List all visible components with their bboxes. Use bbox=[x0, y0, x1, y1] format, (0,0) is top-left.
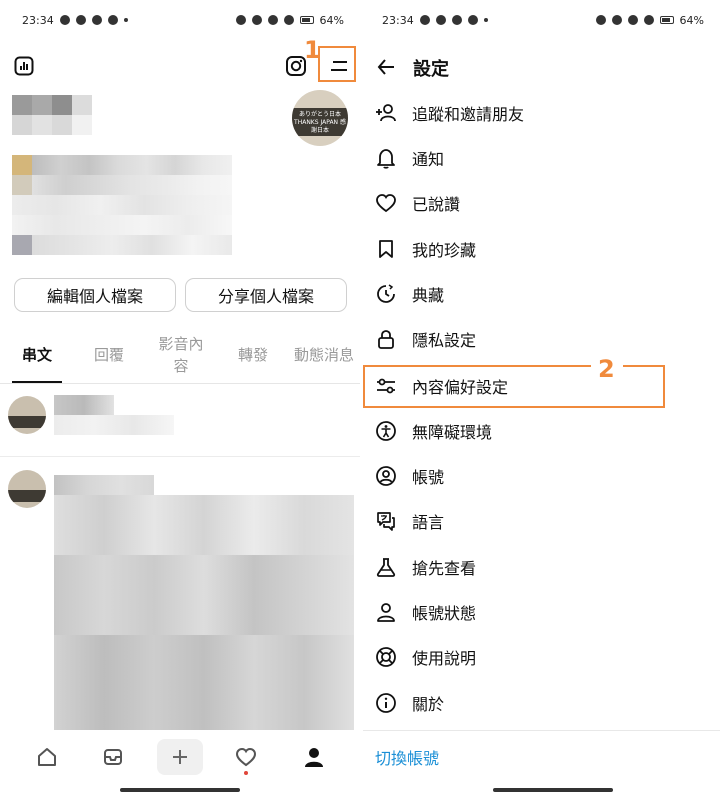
annotation-number-1: 1 bbox=[304, 36, 321, 64]
lifebuoy-icon bbox=[375, 646, 397, 668]
profile-panel: 23:34 64% 1 ありがとう日本 THANKS JAPAN 感謝日本 編輯… bbox=[0, 0, 360, 800]
menu-item-liked[interactable]: 已說讚 bbox=[363, 181, 720, 225]
activity-heart-icon[interactable] bbox=[233, 744, 259, 770]
battery-level: 64% bbox=[679, 13, 704, 27]
menu-item-archive[interactable]: 典藏 bbox=[363, 272, 720, 316]
tab-replies[interactable]: 回覆 bbox=[80, 326, 138, 384]
post-divider bbox=[0, 456, 360, 457]
menu-item-follow-invite[interactable]: 追蹤和邀請朋友 bbox=[363, 91, 720, 135]
flask-icon bbox=[375, 556, 397, 578]
inbox-icon[interactable] bbox=[100, 744, 126, 770]
settings-header: 設定 bbox=[363, 46, 720, 88]
tab-media[interactable]: 影音內容 bbox=[152, 326, 210, 384]
profile-tabs: 串文 回覆 影音內容 轉發 動態消息 bbox=[0, 326, 360, 384]
messenger-icon bbox=[435, 15, 446, 25]
switch-account-link[interactable]: 切換帳號 bbox=[375, 745, 439, 769]
menu-item-accessibility[interactable]: 無障礙環境 bbox=[363, 409, 720, 453]
annotation-number-2: 2 bbox=[598, 355, 615, 383]
menu-item-early-access[interactable]: 搶先查看 bbox=[363, 545, 720, 589]
battery-level: 64% bbox=[319, 13, 344, 27]
settings-panel: 23:34 64% 設定 追蹤和邀請朋友 通知 已說讚 我的珍藏 典藏 隱私設定… bbox=[363, 0, 720, 800]
bluetooth-icon bbox=[611, 15, 622, 25]
notification-dot-icon bbox=[483, 18, 488, 22]
facebook-icon bbox=[419, 15, 430, 25]
lock-icon bbox=[375, 328, 397, 350]
notification-dot-icon bbox=[123, 18, 128, 22]
menu-item-label: 關於 bbox=[412, 695, 445, 714]
status-bar: 23:34 64% bbox=[0, 0, 360, 40]
home-indicator bbox=[493, 788, 613, 792]
menu-item-account-status[interactable]: 帳號狀態 bbox=[363, 590, 720, 634]
account-circle-icon bbox=[375, 465, 397, 487]
menu-item-saved[interactable]: 我的珍藏 bbox=[363, 227, 720, 271]
menu-item-label: 帳號狀態 bbox=[412, 604, 477, 623]
menu-item-label: 語言 bbox=[412, 513, 445, 532]
profile-icon[interactable] bbox=[300, 743, 328, 771]
menu-item-label: 通知 bbox=[412, 150, 445, 169]
insights-icon[interactable] bbox=[12, 54, 36, 78]
wifi-icon bbox=[267, 15, 278, 25]
messenger-icon bbox=[75, 15, 86, 25]
post-avatar[interactable] bbox=[8, 470, 46, 508]
footer-divider bbox=[363, 730, 720, 731]
status-time: 23:34 bbox=[382, 13, 414, 27]
menu-item-label: 我的珍藏 bbox=[412, 241, 477, 260]
home-icon[interactable] bbox=[34, 744, 60, 770]
battery-icon bbox=[299, 16, 314, 24]
bell-icon bbox=[375, 147, 397, 169]
info-icon bbox=[375, 692, 397, 714]
annotation-box-1 bbox=[318, 46, 356, 82]
signal-icon bbox=[643, 15, 654, 25]
archive-clock-icon bbox=[375, 283, 397, 305]
status-time: 23:34 bbox=[22, 13, 54, 27]
post-avatar[interactable] bbox=[8, 396, 46, 434]
menu-item-language[interactable]: 語言 bbox=[363, 499, 720, 543]
accessibility-icon bbox=[375, 420, 397, 442]
avatar-caption: ありがとう日本 THANKS JAPAN 感謝日本 bbox=[292, 108, 348, 136]
tab-reposts[interactable]: 轉發 bbox=[224, 326, 282, 384]
wifi-icon bbox=[627, 15, 638, 25]
person-icon bbox=[375, 601, 397, 623]
battery-icon bbox=[659, 16, 674, 24]
menu-item-help[interactable]: 使用說明 bbox=[363, 635, 720, 679]
share-profile-button[interactable]: 分享個人檔案 bbox=[185, 278, 347, 312]
add-person-icon bbox=[375, 102, 397, 124]
bluetooth-icon bbox=[251, 15, 262, 25]
home-indicator bbox=[120, 788, 240, 792]
tab-feed[interactable]: 動態消息 bbox=[294, 326, 354, 384]
nfc-icon bbox=[595, 15, 606, 25]
status-bar: 23:34 64% bbox=[363, 0, 720, 40]
back-arrow-icon[interactable] bbox=[373, 54, 399, 80]
new-post-icon[interactable] bbox=[157, 739, 203, 775]
bookmark-icon bbox=[375, 238, 397, 260]
menu-item-notifications[interactable]: 通知 bbox=[363, 136, 720, 180]
profile-avatar[interactable]: ありがとう日本 THANKS JAPAN 感謝日本 bbox=[292, 90, 348, 146]
menu-item-about[interactable]: 關於 bbox=[363, 681, 720, 725]
menu-item-privacy[interactable]: 隱私設定 bbox=[363, 317, 720, 361]
menu-item-label: 典藏 bbox=[412, 286, 445, 305]
language-icon bbox=[375, 510, 397, 532]
menu-item-label: 無障礙環境 bbox=[412, 423, 493, 442]
nfc-icon bbox=[235, 15, 246, 25]
menu-item-account[interactable]: 帳號 bbox=[363, 454, 720, 498]
edit-profile-button[interactable]: 編輯個人檔案 bbox=[14, 278, 176, 312]
bottom-nav bbox=[0, 730, 360, 800]
page-title: 設定 bbox=[413, 59, 449, 80]
signal-icon bbox=[283, 15, 294, 25]
tab-threads[interactable]: 串文 bbox=[8, 326, 66, 384]
sync-icon bbox=[91, 15, 102, 25]
active-tab-indicator bbox=[12, 381, 62, 383]
menu-item-label: 使用說明 bbox=[412, 649, 477, 668]
heart-icon bbox=[375, 192, 397, 214]
facebook-icon bbox=[59, 15, 70, 25]
sync-icon bbox=[451, 15, 462, 25]
menu-item-label: 帳號 bbox=[412, 468, 445, 487]
app-icon bbox=[467, 15, 478, 25]
activity-dot-icon bbox=[244, 771, 248, 775]
app-icon bbox=[107, 15, 118, 25]
menu-item-label: 已說讚 bbox=[412, 195, 461, 214]
menu-item-label: 隱私設定 bbox=[412, 331, 477, 350]
menu-item-label: 搶先查看 bbox=[412, 559, 477, 578]
menu-item-label: 追蹤和邀請朋友 bbox=[412, 105, 525, 124]
